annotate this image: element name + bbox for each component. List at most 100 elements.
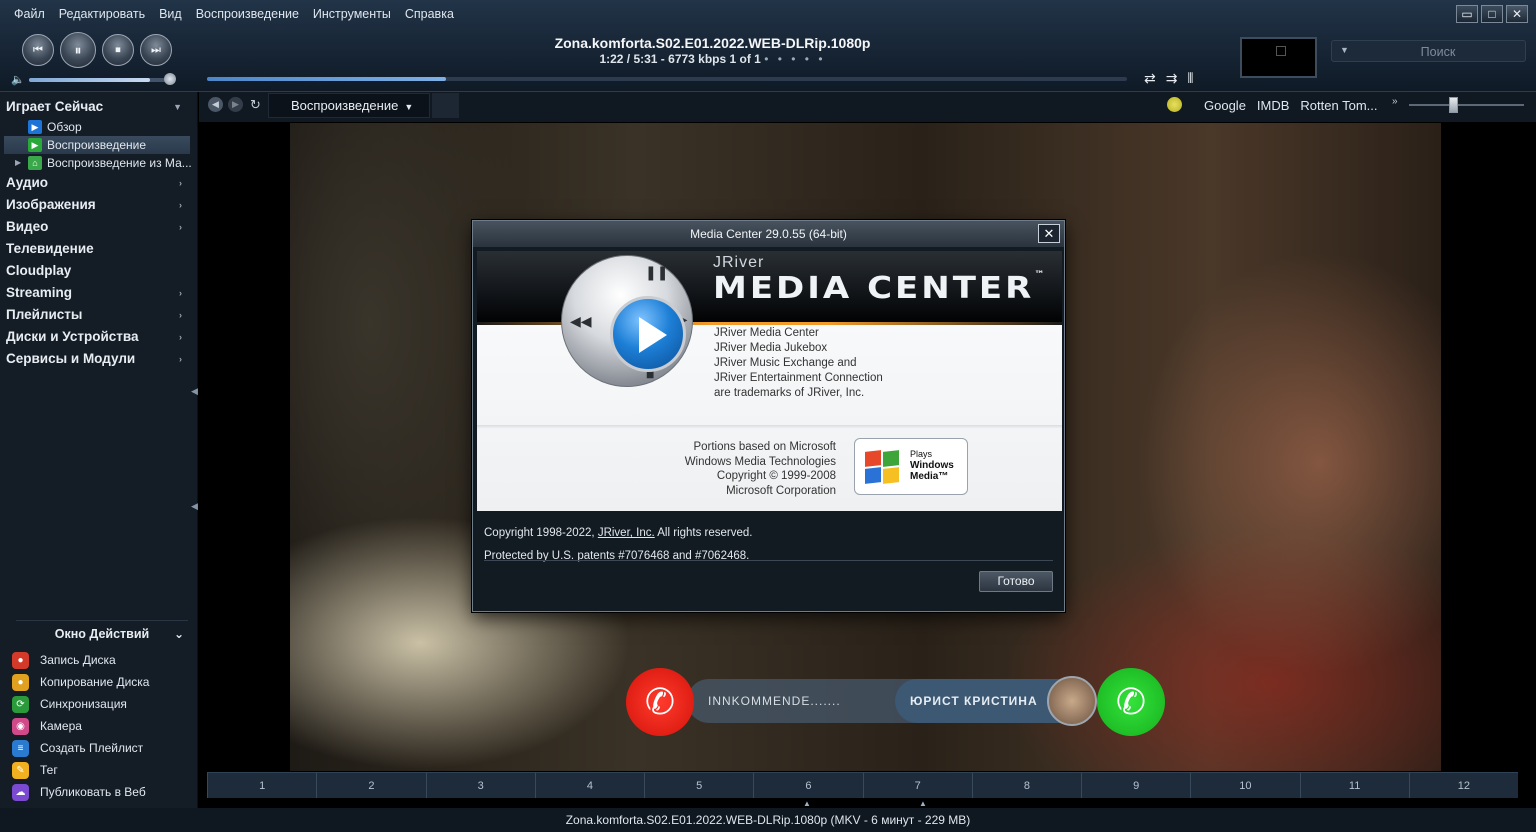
chapter-marker-11[interactable]: 11 xyxy=(1299,773,1409,798)
chapter-marker-12[interactable]: 12 xyxy=(1408,773,1518,798)
sidebar-playing-now[interactable]: Играет Сейчас ▼ xyxy=(0,96,192,118)
sync-icon: ⟳ xyxy=(12,696,29,713)
sidebar-playing-now-label: Играет Сейчас xyxy=(6,99,104,114)
sidebar-item-label: Видео xyxy=(6,219,49,234)
action-window-header[interactable]: Окно Действий ⌄ xyxy=(16,620,188,642)
sidebar-item-video[interactable]: Видео › xyxy=(0,216,192,238)
tab-blank[interactable] xyxy=(432,93,459,118)
action-publish-web[interactable]: ☁ Публиковать в Веб xyxy=(10,781,149,803)
action-burn-disc[interactable]: ● Запись Диска xyxy=(10,649,149,671)
jriver-link[interactable]: JRiver, Inc. xyxy=(598,527,655,539)
chapter-marker-2[interactable]: 2 xyxy=(316,773,425,798)
chapter-marker-4[interactable]: 4 xyxy=(534,773,644,798)
trademark-symbol: ™ xyxy=(1034,270,1045,280)
menu-tools[interactable]: Инструменты xyxy=(305,5,397,23)
volume-knob[interactable] xyxy=(164,73,176,85)
sidebar-item-tv[interactable]: Телевидение xyxy=(0,238,192,260)
done-button[interactable]: Готово xyxy=(979,571,1053,592)
sidebar-item-playlists[interactable]: Плейлисты › xyxy=(0,304,192,326)
zoom-knob[interactable] xyxy=(1449,97,1458,113)
volume-icon[interactable]: 🔈 xyxy=(11,73,25,86)
chapter-marker-7[interactable]: 7 xyxy=(862,773,972,798)
menu-view[interactable]: Вид xyxy=(151,5,188,23)
previous-track-button[interactable]: ⏮ xyxy=(22,34,54,66)
action-tag[interactable]: ✎ Тег xyxy=(10,759,149,781)
copyright-suffix: All rights reserved. xyxy=(654,527,753,539)
dropdown-caret-icon[interactable]: ▼ xyxy=(404,102,413,112)
sidebar-item-overview[interactable]: ▶ Обзор xyxy=(0,118,192,136)
rating-dots[interactable]: • • • • • xyxy=(764,52,825,66)
dialog-title: Media Center 29.0.55 (64-bit) xyxy=(473,221,1064,247)
chapter-marker-1[interactable]: 1 xyxy=(207,773,316,798)
search-dropdown-icon[interactable]: ▼ xyxy=(1340,45,1349,55)
wm-windows: Windows xyxy=(910,460,954,471)
sidebar-item-services[interactable]: Сервисы и Модули › xyxy=(0,348,192,370)
repeat-icon[interactable]: ⇉ xyxy=(1166,70,1178,87)
sidebar-item-playback[interactable]: ▶ Воспроизведение xyxy=(4,136,190,154)
chapter-marker-8[interactable]: 8 xyxy=(971,773,1081,798)
chapter-up-icon[interactable]: ▲ xyxy=(803,799,811,808)
chapter-marker-9[interactable]: 9 xyxy=(1081,773,1190,798)
menu-playback[interactable]: Воспроизведение xyxy=(188,5,305,23)
overview-icon: ▶ xyxy=(28,120,42,134)
chapter-marker-10[interactable]: 10 xyxy=(1190,773,1299,798)
link-google[interactable]: Google xyxy=(1204,98,1246,113)
pause-button[interactable]: ⏸ xyxy=(60,32,96,68)
sidebar-item-cloudplay[interactable]: Cloudplay xyxy=(0,260,192,282)
maximize-button[interactable]: □ xyxy=(1481,5,1503,23)
more-links-icon[interactable]: » xyxy=(1392,96,1398,107)
status-bar: Zona.komforta.S02.E01.2022.WEB-DLRip.108… xyxy=(0,808,1536,832)
tab-playback[interactable]: Воспроизведение ▼ xyxy=(268,93,430,118)
sidebar-item-images[interactable]: Изображения › xyxy=(0,194,192,216)
action-copy-disc[interactable]: ● Копирование Диска xyxy=(10,671,149,693)
link-imdb[interactable]: IMDB xyxy=(1257,98,1290,113)
external-links: Google IMDB Rotten Tom... xyxy=(1204,98,1378,113)
chapter-marker-5[interactable]: 5 xyxy=(644,773,753,798)
sidebar-item-streaming[interactable]: Streaming › xyxy=(0,282,192,304)
chapter-up-icon[interactable]: ▲ xyxy=(919,799,927,808)
sidebar-item-audio[interactable]: Аудио › xyxy=(0,172,192,194)
status-indicator-icon[interactable] xyxy=(1167,97,1182,112)
action-label: Камера xyxy=(40,719,82,733)
trademark-line: JRiver Entertainment Connection xyxy=(714,372,883,384)
action-sync[interactable]: ⟳ Синхронизация xyxy=(10,693,149,715)
chevron-right-icon: › xyxy=(179,222,182,232)
zoom-slider[interactable] xyxy=(1409,104,1524,106)
action-create-playlist[interactable]: ≡ Создать Плейлист xyxy=(10,737,149,759)
collapse-arrow-icon[interactable]: ▼ xyxy=(173,96,182,118)
menu-edit[interactable]: Редактировать xyxy=(51,5,151,23)
equalizer-icon[interactable]: ⫴ xyxy=(1187,70,1193,87)
video-thumbnail[interactable] xyxy=(1240,37,1317,78)
expand-arrow-icon[interactable]: ▶ xyxy=(15,154,21,172)
search-input[interactable] xyxy=(1354,43,1522,60)
seek-bar[interactable] xyxy=(207,77,1127,81)
link-rotten-tomatoes[interactable]: Rotten Tom... xyxy=(1300,98,1377,113)
chapter-bar: 1 2 3 4 5 6 7 8 9 10 11 12 xyxy=(207,772,1518,798)
copyright-line: Copyright 1998-2022, JRiver, Inc. All ri… xyxy=(484,522,753,545)
collapse-left-icon[interactable]: ◀ xyxy=(191,501,198,512)
stop-button[interactable]: ⏹ xyxy=(102,34,134,66)
next-track-button[interactable]: ⏭ xyxy=(140,34,172,66)
chapter-marker-3[interactable]: 3 xyxy=(425,773,535,798)
shuffle-icon[interactable]: ⇄ xyxy=(1144,70,1156,87)
action-window-title: Окно Действий xyxy=(54,627,150,641)
publish-web-icon: ☁ xyxy=(12,784,29,801)
back-icon[interactable]: ◀ xyxy=(208,97,223,112)
copyright-prefix: Copyright 1998-2022, xyxy=(484,527,598,539)
volume-slider[interactable] xyxy=(29,78,171,82)
minimize-button[interactable]: ▭ xyxy=(1456,5,1478,23)
chevron-down-icon[interactable]: ⌄ xyxy=(174,623,184,645)
sidebar: Играет Сейчас ▼ ▶ Обзор ▶ Воспроизведени… xyxy=(0,92,198,832)
chapter-marker-6[interactable]: 6 xyxy=(753,773,862,798)
sidebar-item-label: Воспроизведение xyxy=(47,138,147,152)
close-window-button[interactable]: ✕ xyxy=(1506,5,1528,23)
menu-file[interactable]: Файл xyxy=(6,5,51,23)
sidebar-item-play-from[interactable]: ▶ ⌂ Воспроизведение из Ма... xyxy=(0,154,192,172)
dialog-close-button[interactable]: ✕ xyxy=(1038,224,1060,243)
sidebar-item-devices[interactable]: Диски и Устройства › xyxy=(0,326,192,348)
action-camera[interactable]: ◉ Камера xyxy=(10,715,149,737)
menu-help[interactable]: Справка xyxy=(397,5,460,23)
forward-icon[interactable]: ▶ xyxy=(228,97,243,112)
collapse-left-icon[interactable]: ◀ xyxy=(191,386,198,397)
refresh-icon[interactable]: ↻ xyxy=(248,97,263,112)
